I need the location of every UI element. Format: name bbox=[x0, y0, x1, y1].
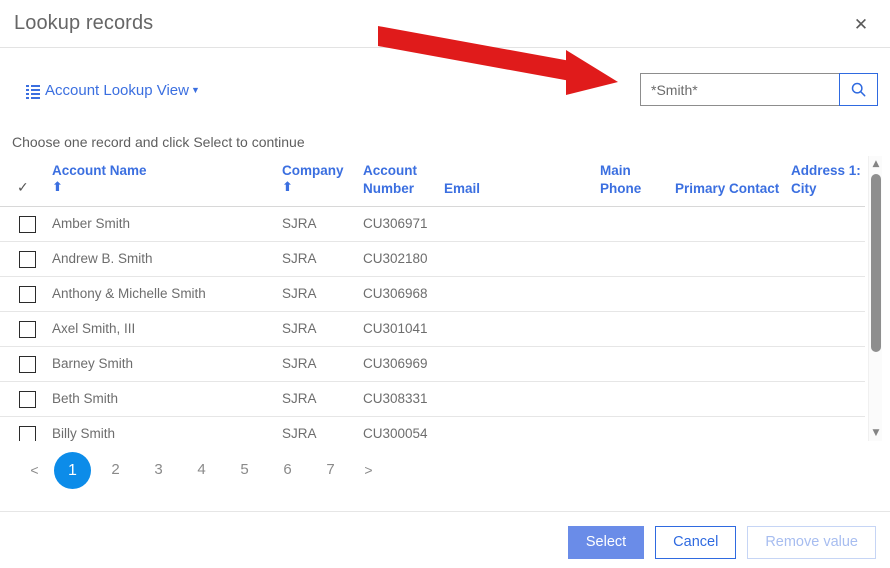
column-header-email[interactable]: Email bbox=[444, 180, 480, 198]
cell-company: SJRA bbox=[282, 426, 317, 441]
cell-account-name: Beth Smith bbox=[52, 391, 119, 406]
sort-ascending-icon: ⬆ bbox=[52, 180, 63, 195]
cell-company: SJRA bbox=[282, 251, 317, 266]
column-header-main-phone[interactable]: Main Phone bbox=[600, 162, 641, 198]
chevron-down-icon: ▼ bbox=[191, 84, 200, 95]
row-checkbox[interactable] bbox=[19, 356, 36, 373]
dialog-footer: Select Cancel Remove value bbox=[567, 526, 876, 559]
cell-company: SJRA bbox=[282, 286, 317, 301]
sort-ascending-icon: ⬆ bbox=[282, 180, 293, 195]
scroll-down-icon[interactable]: ▼ bbox=[869, 427, 883, 439]
search-button[interactable] bbox=[839, 73, 878, 106]
row-checkbox[interactable] bbox=[19, 426, 36, 441]
pagination-next[interactable]: > bbox=[352, 448, 385, 492]
search-icon bbox=[851, 82, 866, 97]
cell-account-number: CU306968 bbox=[363, 286, 428, 301]
select-button[interactable]: Select bbox=[567, 526, 645, 559]
cell-account-name: Barney Smith bbox=[52, 356, 134, 371]
table-row[interactable]: Axel Smith, III SJRA CU301041 bbox=[0, 312, 865, 347]
lookup-records-dialog: Lookup records ✕ Account Lookup View ▼ C… bbox=[0, 0, 890, 568]
grid-vertical-scrollbar[interactable]: ▲ ▼ bbox=[868, 156, 882, 441]
pagination-page-3[interactable]: 3 bbox=[137, 448, 180, 492]
pagination-page-1[interactable]: 1 bbox=[54, 451, 91, 489]
list-view-icon bbox=[26, 85, 40, 99]
close-icon[interactable]: ✕ bbox=[850, 14, 872, 36]
cell-account-number: CU308331 bbox=[363, 391, 428, 406]
search-input[interactable] bbox=[640, 73, 839, 106]
cell-company: SJRA bbox=[282, 356, 317, 371]
pagination-prev[interactable]: < bbox=[18, 448, 51, 492]
cell-account-name: Andrew B. Smith bbox=[52, 251, 153, 266]
cell-account-number: CU302180 bbox=[363, 251, 428, 266]
remove-value-button: Remove value bbox=[747, 526, 876, 559]
cell-account-name: Axel Smith, III bbox=[52, 321, 136, 336]
column-header-account-name[interactable]: Account Name ⬆ bbox=[52, 162, 147, 196]
pagination-page-2[interactable]: 2 bbox=[94, 448, 137, 492]
page-title: Lookup records bbox=[14, 12, 154, 34]
row-checkbox[interactable] bbox=[19, 251, 36, 268]
cell-account-number: CU306969 bbox=[363, 356, 428, 371]
cell-account-name: Amber Smith bbox=[52, 216, 131, 231]
row-checkbox[interactable] bbox=[19, 321, 36, 338]
scroll-up-icon[interactable]: ▲ bbox=[869, 158, 883, 170]
table-row[interactable]: Andrew B. Smith SJRA CU302180 bbox=[0, 242, 865, 277]
view-selector-dropdown[interactable]: Account Lookup View ▼ bbox=[26, 82, 200, 99]
cancel-button[interactable]: Cancel bbox=[655, 526, 737, 559]
cell-company: SJRA bbox=[282, 391, 317, 406]
cell-account-number: CU306971 bbox=[363, 216, 428, 231]
column-header-company[interactable]: Company ⬆ bbox=[282, 162, 344, 196]
column-header-address1-city[interactable]: Address 1: City bbox=[791, 162, 861, 198]
row-checkbox[interactable] bbox=[19, 391, 36, 408]
search-box bbox=[640, 73, 878, 106]
results-grid: ✓ Account Name ⬆ Company ⬆ Account Numbe… bbox=[0, 156, 890, 441]
table-row[interactable]: Amber Smith SJRA CU306971 bbox=[0, 207, 865, 242]
pagination-page-6[interactable]: 6 bbox=[266, 448, 309, 492]
column-header-account-number[interactable]: Account Number bbox=[363, 162, 417, 198]
scrollbar-thumb[interactable] bbox=[871, 174, 881, 352]
grid-rows: Amber Smith SJRA CU306971 Andrew B. Smith SJ… bbox=[0, 207, 865, 441]
cell-account-number: CU301041 bbox=[363, 321, 428, 336]
instruction-text: Choose one record and click Select to co… bbox=[12, 134, 305, 150]
pagination-page-4[interactable]: 4 bbox=[180, 448, 223, 492]
dialog-header: Lookup records ✕ bbox=[0, 0, 890, 48]
row-checkbox[interactable] bbox=[19, 286, 36, 303]
cell-account-name: Billy Smith bbox=[52, 426, 116, 441]
table-row[interactable]: Anthony & Michelle Smith SJRA CU306968 bbox=[0, 277, 865, 312]
grid-header-row: ✓ Account Name ⬆ Company ⬆ Account Numbe… bbox=[0, 156, 865, 207]
pagination: <1 2 3 4 5 6 7 > bbox=[18, 448, 385, 492]
select-all-checkmark-icon[interactable]: ✓ bbox=[17, 181, 29, 195]
cell-account-number: CU300054 bbox=[363, 426, 428, 441]
table-row[interactable]: Barney Smith SJRA CU306969 bbox=[0, 347, 865, 382]
cell-company: SJRA bbox=[282, 216, 317, 231]
view-selector-label: Account Lookup View bbox=[45, 82, 189, 99]
pagination-page-7[interactable]: 7 bbox=[309, 448, 352, 492]
cell-account-name: Anthony & Michelle Smith bbox=[52, 286, 206, 301]
row-checkbox[interactable] bbox=[19, 216, 36, 233]
column-header-primary-contact[interactable]: Primary Contact bbox=[675, 180, 779, 198]
table-row[interactable]: Beth Smith SJRA CU308331 bbox=[0, 382, 865, 417]
cell-company: SJRA bbox=[282, 321, 317, 336]
table-row[interactable]: Billy Smith SJRA CU300054 bbox=[0, 417, 865, 441]
footer-divider bbox=[0, 511, 890, 512]
pagination-page-5[interactable]: 5 bbox=[223, 448, 266, 492]
